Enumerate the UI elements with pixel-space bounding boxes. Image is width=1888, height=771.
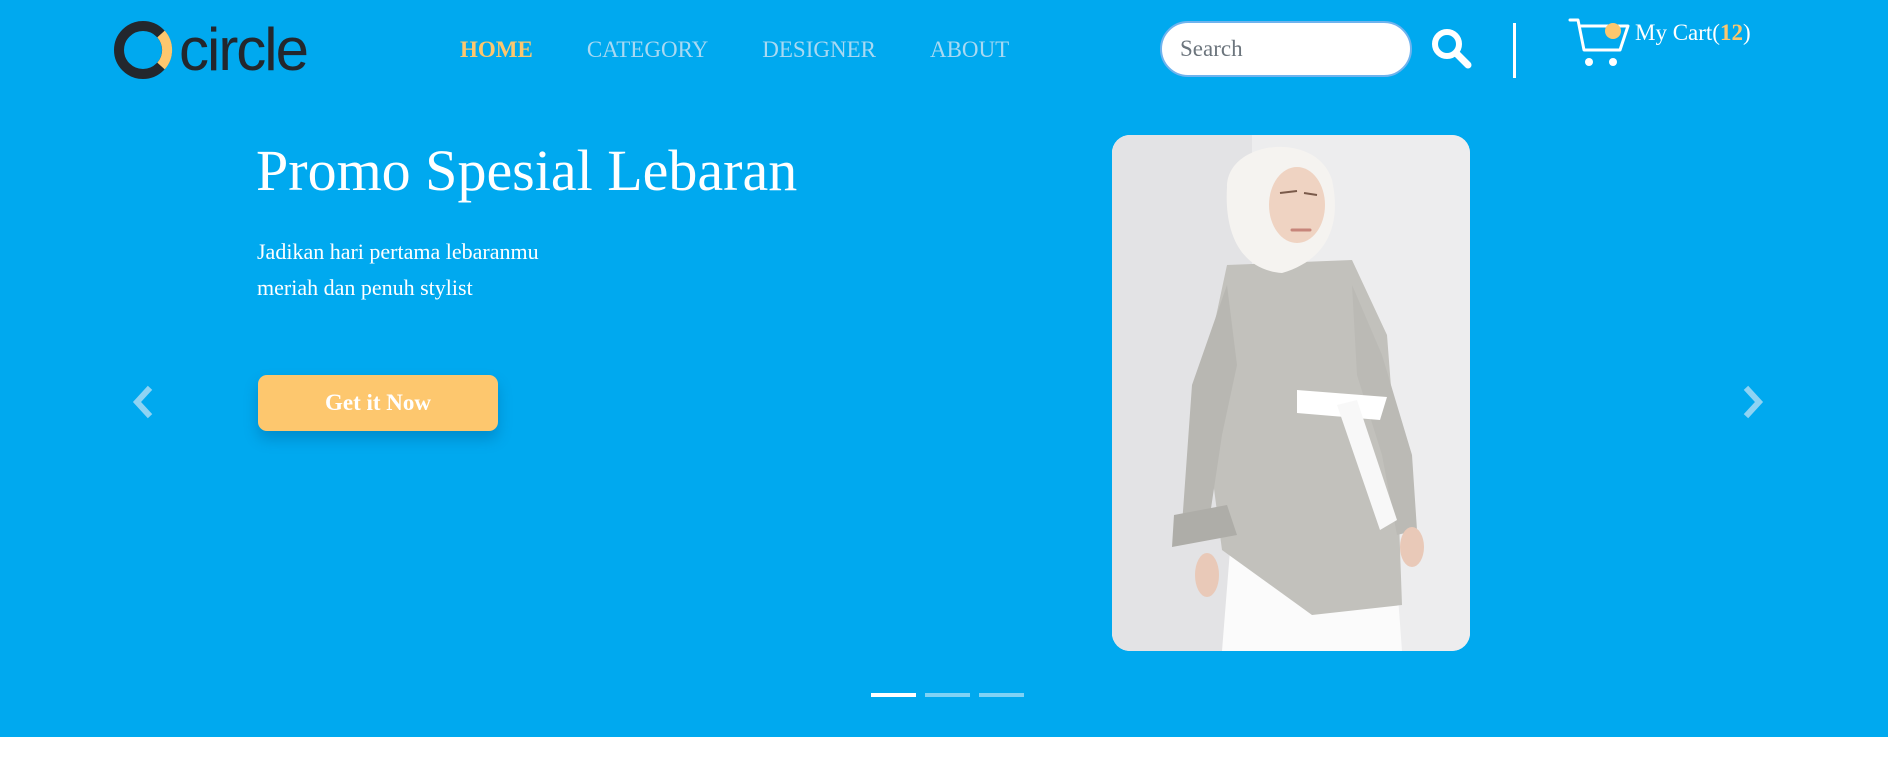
cart-label-text: My Cart( [1635, 20, 1720, 45]
hero-banner: circle HOME CATEGORY DESIGNER ABOUT My C… [0, 0, 1888, 737]
search-input[interactable] [1160, 21, 1412, 77]
search-icon [1432, 29, 1472, 69]
model-illustration [1112, 135, 1470, 651]
search-button[interactable] [1430, 27, 1474, 71]
nav-item-designer[interactable]: DESIGNER [762, 36, 876, 64]
cart-icon [1568, 18, 1630, 66]
get-it-now-button[interactable]: Get it Now [258, 375, 498, 431]
hero-subtitle: Jadikan hari pertama lebaranmu meriah da… [257, 234, 539, 306]
chevron-right-icon [1743, 385, 1764, 419]
cart-label[interactable]: My Cart(12) [1635, 20, 1751, 46]
hero-subtitle-line-2: meriah dan penuh stylist [257, 275, 473, 300]
cart-button[interactable] [1568, 16, 1638, 72]
brand-logo[interactable]: circle [113, 16, 309, 83]
brand-name: circle [179, 16, 309, 83]
hero-product-image [1112, 135, 1470, 651]
cart-indicator-dot [1605, 23, 1621, 39]
carousel-prev-button[interactable] [128, 384, 158, 420]
nav-item-home[interactable]: HOME [460, 36, 533, 64]
hero-title: Promo Spesial Lebaran [256, 138, 798, 203]
nav-item-category[interactable]: CATEGORY [587, 36, 708, 64]
chevron-left-icon [132, 385, 153, 419]
carousel-next-button[interactable] [1738, 384, 1768, 420]
carousel-indicator[interactable] [979, 693, 1024, 697]
main-nav: HOME CATEGORY DESIGNER ABOUT [460, 36, 1063, 64]
cart-label-close: ) [1742, 20, 1751, 45]
carousel-indicator[interactable] [925, 693, 970, 697]
nav-item-about[interactable]: ABOUT [930, 36, 1009, 64]
circle-logo-icon [114, 21, 173, 79]
carousel-indicators [871, 693, 1033, 697]
cart-count: 12 [1719, 20, 1743, 45]
header-divider [1513, 23, 1516, 78]
hero-subtitle-line-1: Jadikan hari pertama lebaranmu [257, 239, 539, 264]
carousel-indicator[interactable] [871, 693, 916, 697]
